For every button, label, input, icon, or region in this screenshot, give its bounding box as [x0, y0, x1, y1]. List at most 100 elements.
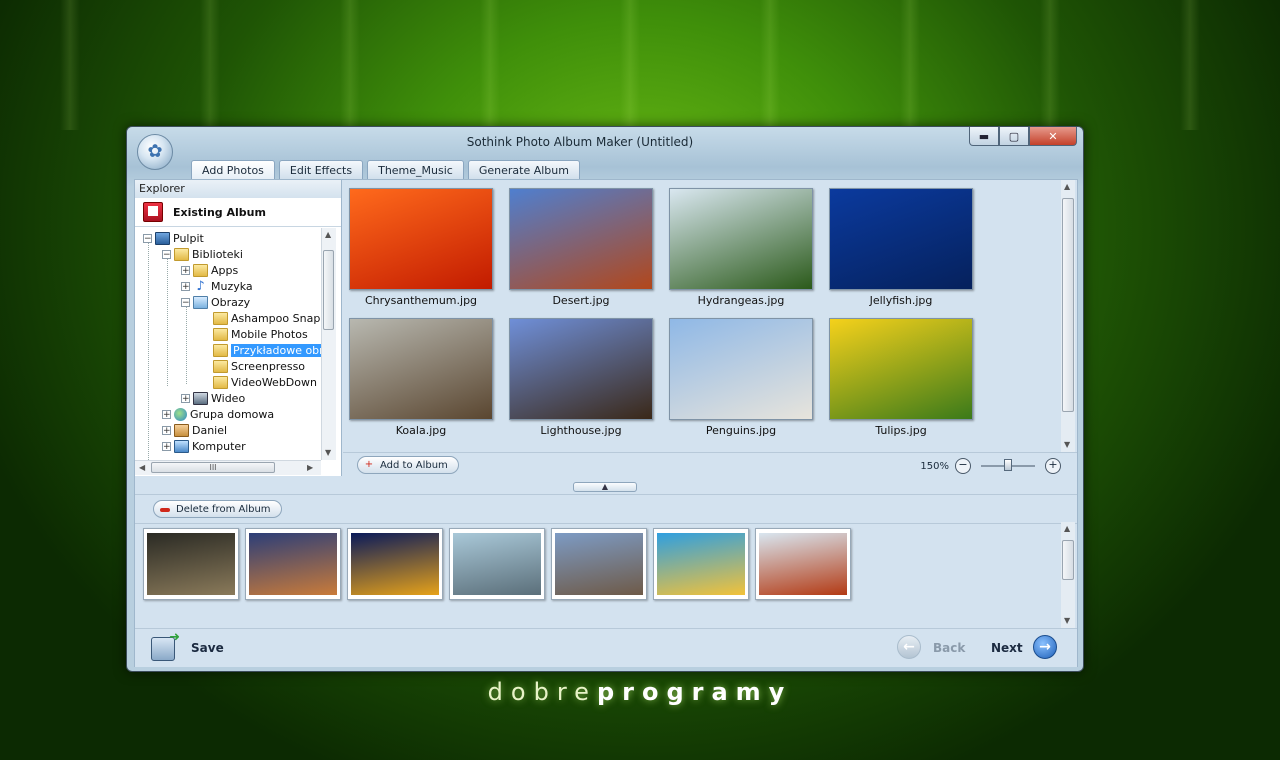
save-icon[interactable]	[151, 630, 180, 661]
collapse-toggle[interactable]: −	[181, 297, 190, 307]
scroll-right-arrow-icon[interactable]: ▶	[307, 463, 313, 472]
existing-album-button[interactable]: Existing Album	[135, 198, 341, 227]
tab-edit-effects[interactable]: Edit Effects	[278, 160, 364, 180]
tree-item-daniel[interactable]: + Daniel	[162, 422, 227, 438]
album-thumbnail[interactable]	[551, 528, 647, 600]
collapse-toggle[interactable]: −	[143, 233, 152, 243]
tree-horizontal-scrollbar[interactable]: ◀ III ▶	[135, 460, 321, 475]
scroll-down-arrow-icon[interactable]: ▼	[325, 448, 331, 457]
tree-item-label: Ashampoo Snap	[231, 311, 321, 325]
photo-thumbnail[interactable]	[349, 188, 493, 290]
photo-thumbnail[interactable]	[509, 188, 653, 290]
scroll-up-arrow-icon[interactable]: ▲	[1064, 182, 1070, 191]
expand-toggle[interactable]: +	[162, 425, 171, 435]
grid-vertical-scrollbar[interactable]: ▲ ▼	[1061, 180, 1075, 452]
photo-name: Hydrangeas.jpg	[697, 294, 785, 307]
scroll-up-arrow-icon[interactable]: ▲	[1064, 524, 1070, 533]
album-thumbnail[interactable]	[755, 528, 851, 600]
tree-item-muzyka[interactable]: + ♪ Muzyka	[181, 278, 253, 294]
tab-add-photos[interactable]: Add Photos	[191, 160, 275, 180]
album-scroll-thumb[interactable]	[1062, 540, 1074, 580]
tree-hscroll-thumb[interactable]: III	[151, 462, 275, 473]
album-thumbnail[interactable]	[245, 528, 341, 600]
add-to-album-button[interactable]: + Add to Album	[357, 456, 459, 474]
photo-thumbnail[interactable]	[509, 318, 653, 420]
tab-generate-album[interactable]: Generate Album	[467, 160, 580, 180]
photo-item[interactable]: Jellyfish.jpg	[829, 188, 973, 307]
photo-item[interactable]: Desert.jpg	[509, 188, 653, 307]
scroll-down-arrow-icon[interactable]: ▼	[1064, 616, 1070, 625]
pictures-icon	[193, 295, 208, 309]
tree-scroll-thumb[interactable]	[323, 250, 334, 330]
next-button[interactable]: Next	[991, 641, 1023, 655]
tree-item-label: Przykładowe obr	[231, 343, 321, 357]
tree-item-obrazy[interactable]: − Obrazy	[181, 294, 250, 310]
photo-item[interactable]: Koala.jpg	[349, 318, 493, 437]
photo-thumbnail[interactable]	[829, 188, 973, 290]
album-thumbnail[interactable]	[449, 528, 545, 600]
grid-scroll-thumb[interactable]	[1062, 198, 1074, 412]
photo-item[interactable]: Hydrangeas.jpg	[669, 188, 813, 307]
tree-item-przykladowe[interactable]: Przykładowe obr	[213, 342, 321, 358]
delete-from-album-button[interactable]: Delete from Album	[153, 500, 282, 518]
back-button: Back	[933, 641, 966, 655]
scroll-up-arrow-icon[interactable]: ▲	[325, 230, 331, 239]
photo-item[interactable]: Tulips.jpg	[829, 318, 973, 437]
desktop-wallpaper-pattern	[0, 0, 1280, 130]
tree-item-komputer[interactable]: + Komputer	[162, 438, 246, 454]
scroll-left-arrow-icon[interactable]: ◀	[139, 463, 145, 472]
tree-item-biblioteki[interactable]: − Biblioteki	[162, 246, 243, 262]
tab-theme-music[interactable]: Theme_Music	[367, 160, 464, 180]
tree-item-mobile-photos[interactable]: Mobile Photos	[213, 326, 308, 342]
photo-name: Jellyfish.jpg	[869, 294, 933, 307]
album-thumbnail[interactable]	[347, 528, 443, 600]
album-vertical-scrollbar[interactable]: ▲ ▼	[1061, 522, 1075, 628]
tree-item-ashampoo-snap[interactable]: Ashampoo Snap	[213, 310, 320, 326]
tree-item-label: Daniel	[192, 423, 228, 437]
expand-toggle[interactable]: +	[181, 281, 190, 291]
folder-icon	[174, 247, 189, 261]
tree-item-apps[interactable]: + Apps	[181, 262, 238, 278]
tree-item-screenpresso[interactable]: Screenpresso	[213, 358, 305, 374]
zoom-slider-handle[interactable]	[1004, 459, 1012, 471]
close-button[interactable]: ✕	[1029, 127, 1077, 146]
tree-item-pulpit[interactable]: − Pulpit	[143, 230, 204, 246]
scroll-down-arrow-icon[interactable]: ▼	[1064, 440, 1070, 449]
expand-toggle[interactable]: +	[162, 441, 171, 451]
photo-item[interactable]: Lighthouse.jpg	[509, 318, 653, 437]
photo-thumbnail[interactable]	[349, 318, 493, 420]
tree-item-grupa-domowa[interactable]: + Grupa domowa	[162, 406, 274, 422]
album-thumbnail[interactable]	[653, 528, 749, 600]
album-picture	[555, 533, 643, 595]
album-thumbnail[interactable]	[143, 528, 239, 600]
expand-toggle[interactable]: +	[181, 265, 190, 275]
photo-thumbnail[interactable]	[829, 318, 973, 420]
folder-icon	[213, 327, 228, 341]
minus-icon	[160, 508, 170, 512]
photo-item[interactable]: Chrysanthemum.jpg	[349, 188, 493, 307]
minimize-button[interactable]: ▬	[969, 127, 999, 146]
zoom-in-icon[interactable]: +	[1045, 458, 1061, 474]
tree-vertical-scrollbar[interactable]: ▲ ▼	[321, 228, 336, 460]
panel-splitter-toggle[interactable]: ▲	[573, 482, 637, 492]
photo-thumbnail[interactable]	[669, 188, 813, 290]
expand-toggle[interactable]: +	[162, 409, 171, 419]
title-bar[interactable]: Sothink Photo Album Maker (Untitled) ▬ ▢…	[127, 127, 1083, 155]
album-picture	[147, 533, 235, 595]
maximize-button[interactable]: ▢	[999, 127, 1029, 146]
tree-item-videowebdown[interactable]: VideoWebDown	[213, 374, 317, 390]
zoom-slider[interactable]	[981, 459, 1035, 471]
photo-item[interactable]: Penguins.jpg	[669, 318, 813, 437]
tree-item-wideo[interactable]: + Wideo	[181, 390, 245, 406]
app-menu-orb-icon[interactable]: ✿	[137, 134, 173, 170]
grid-footer: + Add to Album 150% − +	[343, 452, 1077, 477]
collapse-toggle[interactable]: −	[162, 249, 171, 259]
save-button[interactable]: Save	[191, 641, 224, 655]
photo-grid: Chrysanthemum.jpg Desert.jpg Hydrangeas.…	[343, 180, 1061, 452]
zoom-out-icon[interactable]: −	[955, 458, 971, 474]
app-window: Sothink Photo Album Maker (Untitled) ▬ ▢…	[126, 126, 1084, 672]
next-arrow-icon[interactable]: →	[1033, 635, 1057, 659]
tree-item-label: Apps	[211, 263, 239, 277]
photo-thumbnail[interactable]	[669, 318, 813, 420]
expand-toggle[interactable]: +	[181, 393, 190, 403]
